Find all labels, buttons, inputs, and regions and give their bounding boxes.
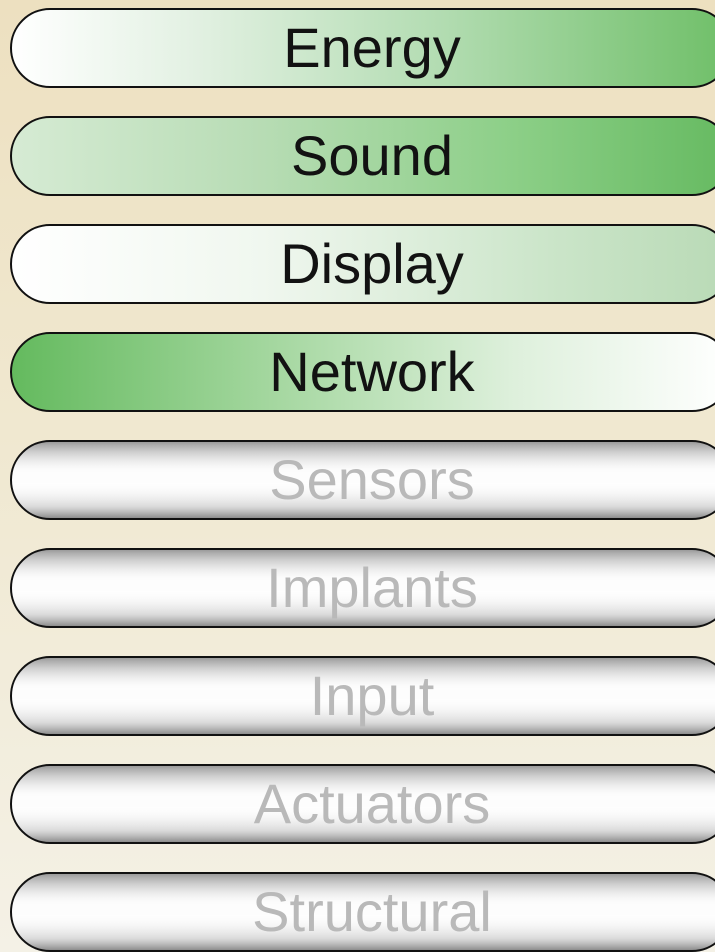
menu-item-label: Network (269, 340, 475, 403)
menu-item-display[interactable]: Display (10, 224, 715, 304)
menu-item-actuators[interactable]: Actuators (10, 764, 715, 844)
menu-item-label: Structural (252, 880, 492, 943)
menu-item-sound[interactable]: Sound (10, 116, 715, 196)
menu-item-sensors[interactable]: Sensors (10, 440, 715, 520)
menu-item-input[interactable]: Input (10, 656, 715, 736)
category-menu: Energy Sound Display Network Sensors Imp… (0, 0, 715, 952)
menu-item-label: Sensors (269, 448, 475, 511)
menu-item-label: Sound (291, 124, 453, 187)
menu-item-label: Actuators (253, 772, 491, 835)
menu-item-network[interactable]: Network (10, 332, 715, 412)
menu-item-label: Energy (283, 16, 461, 79)
menu-item-label: Input (309, 664, 435, 727)
menu-item-energy[interactable]: Energy (10, 8, 715, 88)
menu-item-implants[interactable]: Implants (10, 548, 715, 628)
menu-item-label: Implants (266, 556, 478, 619)
menu-item-structural[interactable]: Structural (10, 872, 715, 952)
menu-item-label: Display (280, 232, 464, 295)
